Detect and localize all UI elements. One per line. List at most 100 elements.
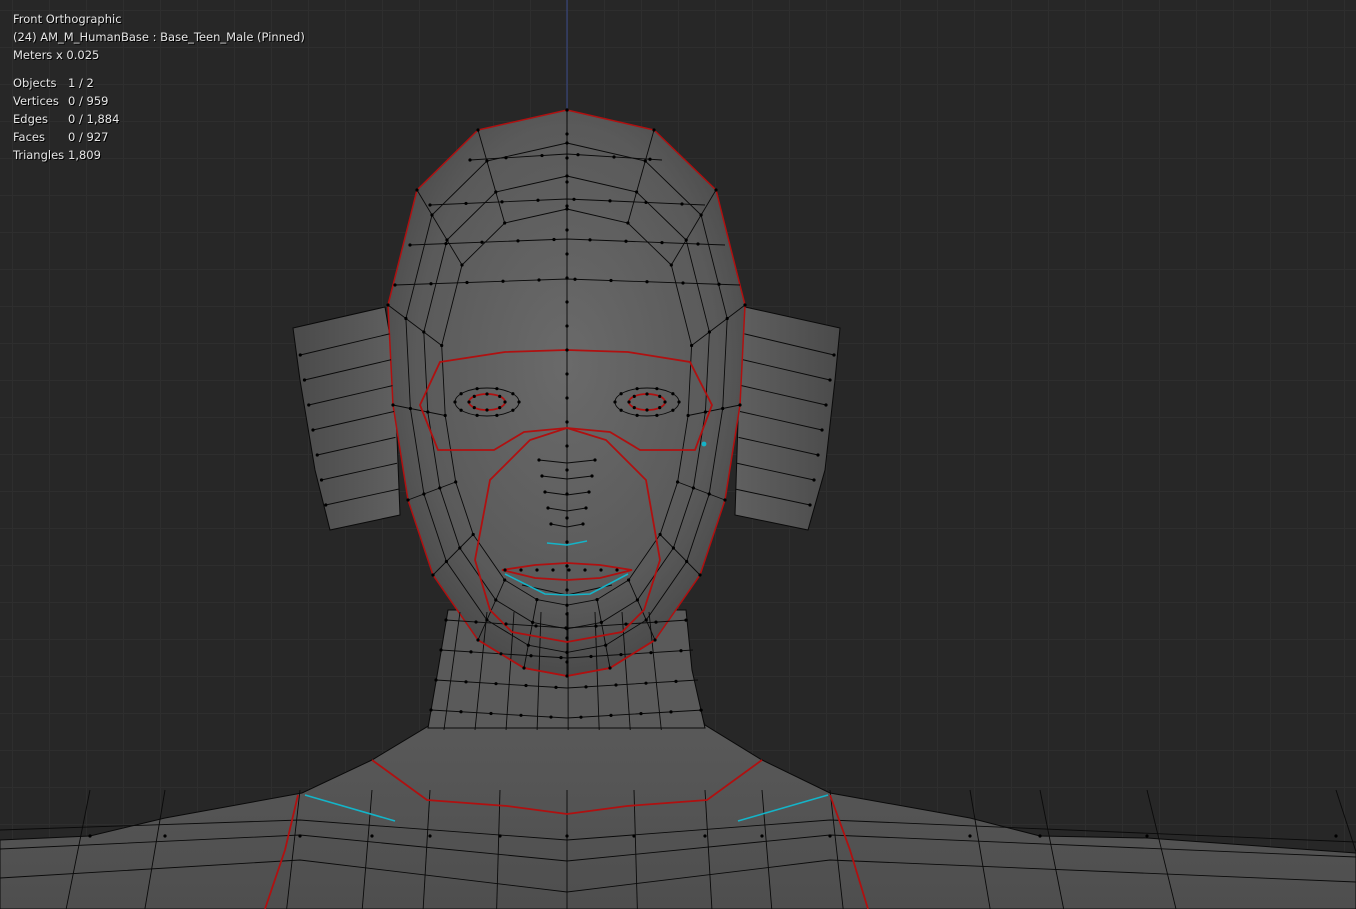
mesh-vertex	[619, 392, 623, 396]
mesh-vertex	[485, 392, 489, 396]
mesh-vertex	[494, 598, 498, 602]
mesh-vertex	[635, 387, 639, 391]
mesh-vertex	[516, 239, 520, 243]
mesh-vertex	[698, 573, 702, 577]
mesh-vertex	[573, 277, 577, 281]
mesh-vertex	[579, 715, 583, 719]
mesh-vertex	[614, 683, 618, 687]
mesh-vertex	[653, 638, 657, 642]
mesh-vertex	[584, 506, 588, 510]
mesh-vertex	[643, 159, 647, 163]
mesh-vertex	[645, 408, 649, 412]
mesh-vertex	[393, 283, 397, 287]
stat-row: Objects 1 / 2	[13, 74, 119, 92]
mesh-vertex	[635, 598, 640, 602]
mesh-vertex	[458, 546, 462, 550]
mesh-vertex	[468, 158, 472, 162]
mesh-vertex	[589, 654, 593, 659]
stat-row: Vertices 0 / 959	[13, 92, 119, 110]
stat-row: Edges 0 / 1,884	[13, 110, 119, 128]
mesh-vertex	[671, 546, 676, 550]
mesh-vertex	[658, 394, 662, 398]
mesh-vertex	[489, 711, 493, 716]
mesh-vertex	[760, 834, 764, 838]
mesh-vertex	[565, 252, 569, 256]
mesh-vertex	[644, 681, 648, 685]
mesh-vertex	[472, 394, 476, 398]
stat-value: 0 / 927	[68, 130, 109, 144]
stat-label: Edges	[13, 112, 48, 126]
mesh-vertex	[459, 392, 463, 396]
mesh-vertex	[584, 685, 588, 689]
mesh-vertex	[627, 578, 631, 582]
mesh-vertex	[588, 238, 592, 242]
mesh-vertex	[453, 400, 457, 404]
mesh-vertex	[581, 522, 585, 526]
mesh-vertex	[511, 392, 515, 396]
mesh-vertex	[679, 649, 683, 653]
mesh-vertex	[298, 353, 302, 357]
mesh-vertex	[552, 237, 556, 242]
mesh-vertex	[565, 674, 569, 678]
mesh-vertex	[808, 503, 812, 507]
selected-vertex[interactable]	[701, 441, 707, 447]
stat-row: Faces 0 / 927	[13, 128, 119, 146]
mesh-vertex	[652, 128, 656, 132]
mesh-vertex	[485, 408, 489, 412]
mesh-vertex	[632, 406, 636, 410]
mesh-vertex	[565, 468, 569, 472]
mesh-vertex	[422, 330, 426, 334]
mesh-vertex	[820, 428, 824, 432]
mesh-vertex	[494, 682, 498, 686]
mesh-vertex	[645, 392, 649, 396]
mesh-vertex	[422, 492, 426, 496]
mesh-vertex	[476, 128, 480, 132]
mesh-view[interactable]	[0, 0, 1356, 909]
mesh-vertex	[565, 444, 569, 448]
mesh-vertex	[475, 413, 479, 417]
mesh-vertex	[587, 490, 591, 494]
mesh-vertex	[565, 603, 569, 607]
mesh-vertex	[686, 413, 690, 418]
mesh-vertex	[565, 492, 569, 496]
mesh-vertex	[738, 403, 742, 407]
mesh-vertex	[549, 522, 553, 526]
mesh-vertex	[88, 834, 92, 838]
mesh-vertex	[680, 202, 684, 206]
mesh-vertex	[565, 540, 569, 544]
mesh-vertex	[565, 141, 569, 145]
mesh-vertex	[828, 834, 832, 838]
mesh-vertex	[565, 372, 569, 376]
mesh-vertex	[655, 413, 659, 417]
mesh-vertex	[519, 568, 523, 572]
mesh-vertex	[671, 408, 675, 412]
mesh-vertex	[474, 620, 478, 624]
mesh-vertex	[654, 620, 658, 624]
mesh-vertex	[522, 666, 526, 670]
mesh-vertex	[690, 343, 694, 348]
mesh-vertex	[576, 153, 580, 157]
mesh-vertex	[472, 406, 476, 410]
mesh-vertex	[671, 392, 675, 396]
mesh-vertex	[464, 201, 468, 206]
mesh-vertex	[465, 280, 469, 285]
mesh-vertex	[565, 612, 569, 616]
mesh-vertex	[639, 712, 643, 716]
mesh-vertex	[540, 474, 544, 478]
mesh-vertex	[721, 406, 725, 411]
mesh-vertex	[565, 132, 569, 136]
3d-viewport[interactable]: Front Orthographic (24) AM_M_HumanBase :…	[0, 0, 1356, 909]
mesh-vertex	[723, 498, 727, 502]
mesh-vertex	[485, 618, 489, 622]
mesh-vertex	[501, 279, 505, 283]
mesh-vertex	[443, 413, 447, 418]
mesh-vertex	[460, 263, 464, 267]
mesh-vertex	[684, 618, 688, 622]
mesh-vertex	[471, 532, 475, 537]
mesh-vertex	[627, 400, 631, 404]
mesh-vertex	[480, 240, 484, 244]
mesh-vertex	[517, 400, 521, 404]
mesh-vertex	[812, 478, 816, 482]
mesh-vertex	[691, 486, 696, 490]
mesh-vertex	[459, 710, 463, 714]
